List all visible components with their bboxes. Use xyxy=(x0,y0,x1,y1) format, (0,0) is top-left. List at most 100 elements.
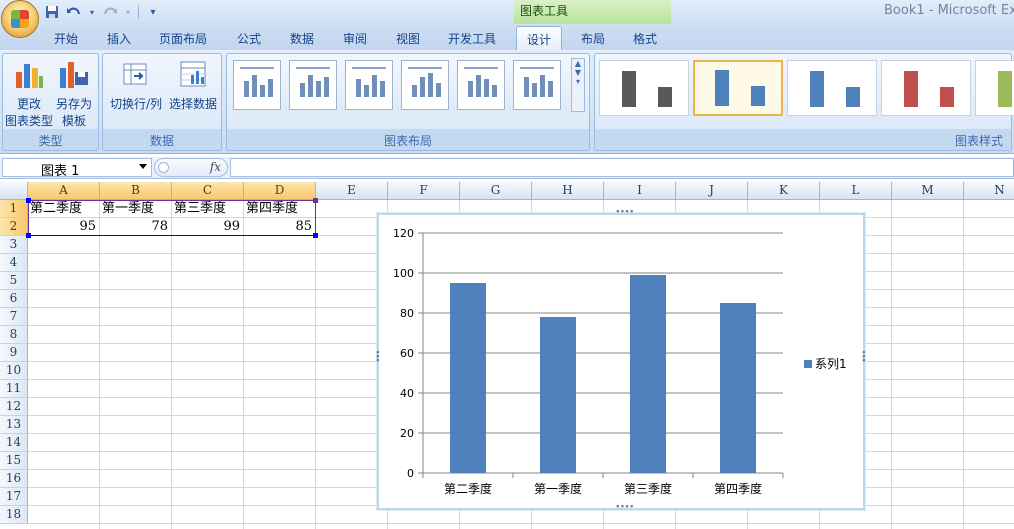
row-header-1[interactable]: 1 xyxy=(0,200,28,218)
bar-1[interactable] xyxy=(450,283,486,473)
switch-row-column-label: 切换行/列 xyxy=(109,97,163,111)
tab-design[interactable]: 设计 xyxy=(516,26,562,51)
tab-view[interactable]: 视图 xyxy=(393,28,423,50)
chart-style-blue[interactable] xyxy=(787,60,877,116)
tab-page-layout[interactable]: 页面布局 xyxy=(156,28,210,50)
title-bar: ▾ ▾ ▾ 图表工具 Book1 - Microsoft Exc xyxy=(0,0,1014,24)
row-header-8[interactable]: 8 xyxy=(0,326,28,344)
row-header-4[interactable]: 4 xyxy=(0,254,28,272)
row-header-3[interactable]: 3 xyxy=(0,236,28,254)
y-tick-label: 60 xyxy=(400,347,414,360)
chevron-down-icon[interactable]: ▾ xyxy=(124,4,132,20)
row-header-16[interactable]: 16 xyxy=(0,470,28,488)
range-resize-handle[interactable] xyxy=(313,198,318,203)
tab-layout[interactable]: 布局 xyxy=(578,28,608,50)
group-chart-styles: 图表样式 xyxy=(594,53,1014,151)
row-header-12[interactable]: 12 xyxy=(0,398,28,416)
row-header-10[interactable]: 10 xyxy=(0,362,28,380)
switch-row-column-icon xyxy=(120,58,152,90)
column-header-c[interactable]: C xyxy=(172,182,244,200)
row-header-18[interactable]: 18 xyxy=(0,506,28,524)
row-header-9[interactable]: 9 xyxy=(0,344,28,362)
office-logo-icon xyxy=(11,10,29,28)
row-header-14[interactable]: 14 xyxy=(0,434,28,452)
column-header-n[interactable]: N xyxy=(964,182,1014,200)
tab-review[interactable]: 审阅 xyxy=(340,28,370,50)
column-header-g[interactable]: G xyxy=(460,182,532,200)
office-button[interactable] xyxy=(1,0,39,38)
chart-style-green[interactable] xyxy=(975,60,1014,116)
save-as-template-button[interactable]: 另存为 模板 xyxy=(49,56,99,130)
chevron-down-icon[interactable]: ▾ xyxy=(88,4,96,20)
column-header-k[interactable]: K xyxy=(748,182,820,200)
chart-layout-4[interactable] xyxy=(401,60,449,110)
chart-style-gray[interactable] xyxy=(599,60,689,116)
change-chart-type-button[interactable]: 更改 图表类型 xyxy=(4,56,54,130)
row-header-13[interactable]: 13 xyxy=(0,416,28,434)
column-header-a[interactable]: A xyxy=(28,182,100,200)
layout-gallery-scroll[interactable]: ▲ ▼ ▾ xyxy=(571,58,585,112)
column-header-h[interactable]: H xyxy=(532,182,604,200)
tab-format[interactable]: 格式 xyxy=(630,28,660,50)
legend-series-name: 系列1 xyxy=(815,357,847,371)
chart-legend[interactable]: 系列1 xyxy=(804,355,847,372)
row-header-5[interactable]: 5 xyxy=(0,272,28,290)
range-resize-handle[interactable] xyxy=(313,233,318,238)
grid-line xyxy=(315,200,316,529)
column-header-b[interactable]: B xyxy=(100,182,172,200)
select-data-button[interactable]: 选择数据 xyxy=(165,56,221,113)
function-icon: fx xyxy=(209,160,221,174)
range-resize-handle[interactable] xyxy=(26,198,31,203)
row-header-6[interactable]: 6 xyxy=(0,290,28,308)
chart-layout-6[interactable] xyxy=(513,60,561,110)
column-header-f[interactable]: F xyxy=(388,182,460,200)
name-box-value: 图表 1 xyxy=(41,164,80,179)
chevron-down-icon[interactable] xyxy=(139,164,147,169)
bar-4[interactable] xyxy=(720,303,756,473)
chart-layout-5[interactable] xyxy=(457,60,505,110)
column-header-e[interactable]: E xyxy=(316,182,388,200)
customize-qat-icon[interactable]: ▾ xyxy=(145,4,161,20)
select-all-corner[interactable] xyxy=(0,182,28,200)
column-header-l[interactable]: L xyxy=(820,182,892,200)
row-header-17[interactable]: 17 xyxy=(0,488,28,506)
chart-style-red[interactable] xyxy=(881,60,971,116)
quick-access-toolbar: ▾ ▾ ▾ xyxy=(44,3,161,21)
range-resize-handle[interactable] xyxy=(26,233,31,238)
chart-object[interactable]: ∙∙∙∙ ∙∙∙∙ ∙ ∙ ∙ ∙ ∙ ∙ 0 20 40 60 80 100 120 第二季度 第一季… xyxy=(375,207,867,512)
grid-line xyxy=(963,200,964,529)
group-label-data: 数据 xyxy=(149,134,174,148)
window-title: Book1 - Microsoft Exc xyxy=(884,3,1014,18)
bar-2[interactable] xyxy=(540,317,576,473)
tab-formulas[interactable]: 公式 xyxy=(234,28,264,50)
column-header-i[interactable]: I xyxy=(604,182,676,200)
save-template-line2: 模板 xyxy=(61,114,86,128)
redo-icon[interactable] xyxy=(102,4,118,20)
formula-input[interactable] xyxy=(230,158,1014,177)
chart-layout-3[interactable] xyxy=(345,60,393,110)
column-header-j[interactable]: J xyxy=(676,182,748,200)
switch-row-column-button[interactable]: 切换行/列 xyxy=(105,56,167,113)
chart-style-blue-selected[interactable] xyxy=(693,60,783,116)
name-box[interactable]: 图表 1 xyxy=(2,158,152,179)
y-tick-label: 120 xyxy=(393,227,414,240)
tab-home[interactable]: 开始 xyxy=(50,28,82,50)
save-icon[interactable] xyxy=(44,4,60,20)
column-header-m[interactable]: M xyxy=(892,182,964,200)
expand-knob-icon xyxy=(158,162,169,173)
row-header-11[interactable]: 11 xyxy=(0,380,28,398)
tab-data[interactable]: 数据 xyxy=(287,28,317,50)
undo-icon[interactable] xyxy=(66,4,82,20)
tab-insert[interactable]: 插入 xyxy=(104,28,134,50)
tab-developer[interactable]: 开发工具 xyxy=(445,28,499,50)
group-label-type: 类型 xyxy=(38,134,63,148)
row-header-7[interactable]: 7 xyxy=(0,308,28,326)
row-header-15[interactable]: 15 xyxy=(0,452,28,470)
y-tick-label: 40 xyxy=(400,387,414,400)
chart-layout-1[interactable] xyxy=(233,60,281,110)
chart-layout-2[interactable] xyxy=(289,60,337,110)
insert-function-button[interactable]: fx xyxy=(154,158,228,177)
bar-3[interactable] xyxy=(630,275,666,473)
column-header-d[interactable]: D xyxy=(244,182,316,200)
row-header-2[interactable]: 2 xyxy=(0,218,28,236)
